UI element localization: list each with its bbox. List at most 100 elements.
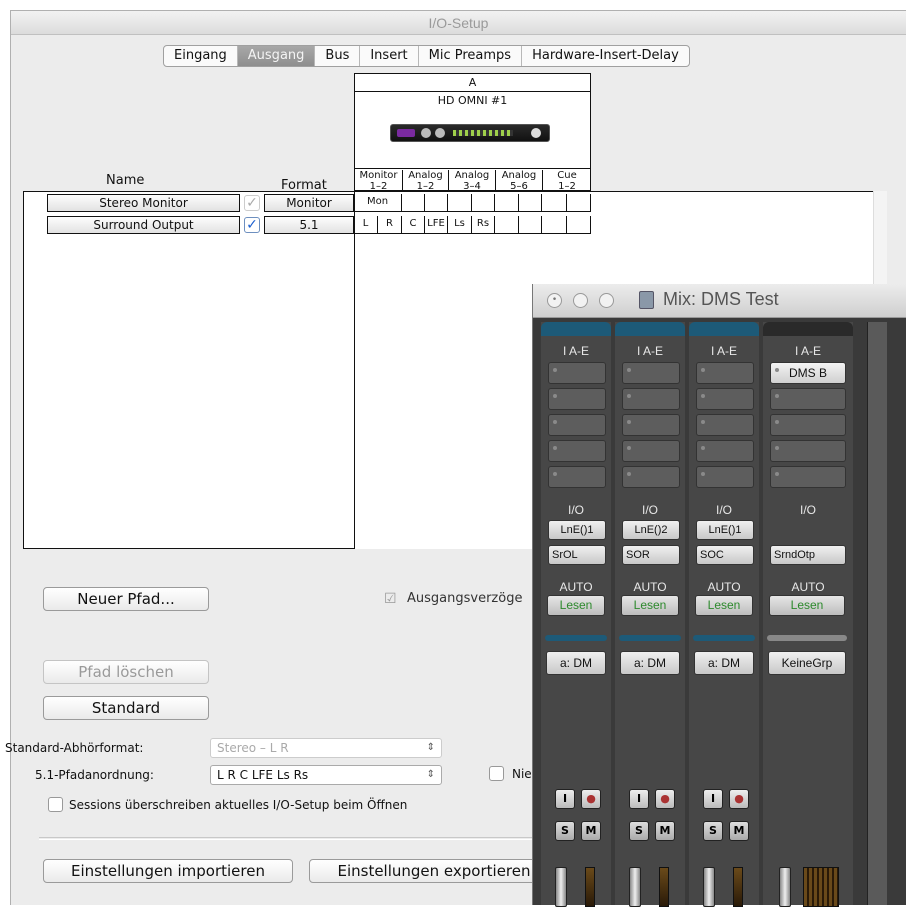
input-selector[interactable]: LnE()1 (548, 520, 606, 540)
default-button[interactable]: Standard (43, 696, 209, 720)
mix-window-title: Mix: DMS Test (663, 289, 779, 309)
zoom-window-icon[interactable] (599, 293, 614, 308)
assign-cell-mon[interactable]: Mon (354, 194, 401, 212)
group-selector[interactable]: KeineGrp (768, 651, 846, 675)
record-button[interactable]: ● (729, 789, 749, 809)
insert-slot[interactable] (770, 466, 846, 488)
tab-ausgang[interactable]: Ausgang (237, 46, 316, 66)
solo-button[interactable]: S (555, 821, 575, 841)
automation-mode-button[interactable]: Lesen (769, 595, 845, 616)
group-color-bar (545, 635, 607, 641)
mute-button[interactable]: M (581, 821, 601, 841)
delete-path-button[interactable]: Pfad löschen (43, 660, 209, 684)
minimize-window-icon[interactable] (573, 293, 588, 308)
insert-slot[interactable] (696, 466, 754, 488)
tab-mic-preamps[interactable]: Mic Preamps (419, 46, 523, 66)
path-format-monitor[interactable]: Monitor (264, 194, 354, 212)
automation-mode-button[interactable]: Lesen (547, 595, 605, 616)
assign-cell-rs[interactable]: Rs (471, 216, 494, 234)
assign-cell[interactable] (518, 216, 541, 234)
assign-cell[interactable] (541, 194, 566, 212)
assign-cell[interactable] (566, 216, 591, 234)
insert-slot[interactable] (696, 440, 754, 462)
mute-button[interactable]: M (655, 821, 675, 841)
automation-mode-button[interactable]: Lesen (695, 595, 753, 616)
insert-slot[interactable] (696, 388, 754, 410)
tab-eingang[interactable]: Eingang (164, 46, 238, 66)
input-monitor-button[interactable]: I (629, 789, 649, 809)
default-monitor-select[interactable]: Stereo – L R ⇕ (210, 738, 442, 758)
output-selector[interactable]: SOR (622, 545, 680, 565)
insert-slot[interactable] (770, 440, 846, 462)
insert-slot[interactable] (770, 414, 846, 436)
input-monitor-button[interactable]: I (703, 789, 723, 809)
tab-insert[interactable]: Insert (360, 46, 419, 66)
assign-cell[interactable] (401, 194, 424, 212)
group-selector[interactable]: a: DM (546, 651, 606, 675)
export-settings-button[interactable]: Einstellungen exportieren (309, 859, 559, 883)
insert-slot[interactable] (548, 466, 606, 488)
insert-slot[interactable] (622, 466, 680, 488)
insert-slot[interactable] (548, 414, 606, 436)
record-button[interactable]: ● (581, 789, 601, 809)
insert-slot[interactable] (696, 414, 754, 436)
volume-fader[interactable] (779, 867, 791, 907)
tab-bus[interactable]: Bus (315, 46, 361, 66)
assign-cell[interactable] (494, 194, 518, 212)
output-selector[interactable]: SrOL (548, 545, 606, 565)
path-name-surround-output[interactable]: Surround Output (47, 216, 240, 234)
assign-cell-r[interactable]: R (377, 216, 401, 234)
group-selector[interactable]: a: DM (694, 651, 754, 675)
solo-button[interactable]: S (703, 821, 723, 841)
insert-slot-dms-b[interactable]: DMS B (770, 362, 846, 384)
insert-slot[interactable] (548, 362, 606, 384)
mix-title-bar[interactable]: • Mix: DMS Test (533, 284, 906, 318)
inserts-header: I A-E (794, 344, 821, 358)
input-monitor-button[interactable]: I (555, 789, 575, 809)
output-selector[interactable]: SrndOtp (770, 545, 846, 565)
assign-cell-lfe[interactable]: LFE (424, 216, 447, 234)
inserts-header: I A-E (562, 344, 589, 358)
mute-button[interactable]: M (729, 821, 749, 841)
record-button[interactable]: ● (655, 789, 675, 809)
insert-slot[interactable] (548, 440, 606, 462)
sessions-override-checkbox[interactable] (48, 797, 63, 812)
output-selector[interactable]: SOC (696, 545, 754, 565)
volume-fader[interactable] (629, 867, 641, 907)
path-name-stereo-monitor[interactable]: Stereo Monitor (47, 194, 240, 212)
insert-slot[interactable] (622, 362, 680, 384)
insert-slot[interactable] (622, 440, 680, 462)
assign-cell[interactable] (447, 194, 471, 212)
assign-cell[interactable] (424, 194, 447, 212)
path-order-select[interactable]: L R C LFE Ls Rs ⇕ (210, 765, 442, 785)
insert-slot[interactable] (622, 388, 680, 410)
assign-cell-c[interactable]: C (401, 216, 424, 234)
import-settings-button[interactable]: Einstellungen importieren (43, 859, 293, 883)
insert-slot[interactable] (770, 388, 846, 410)
output-delay-check-icon[interactable]: ☑ (384, 591, 397, 607)
assign-cell[interactable] (494, 216, 518, 234)
volume-fader[interactable] (555, 867, 567, 907)
assign-cell-ls[interactable]: Ls (447, 216, 471, 234)
insert-slot[interactable] (548, 388, 606, 410)
assign-cell-l[interactable]: L (354, 216, 377, 234)
group-selector[interactable]: a: DM (620, 651, 680, 675)
insert-slot[interactable] (622, 414, 680, 436)
new-path-button[interactable]: Neuer Pfad... (43, 587, 209, 611)
path-format-5-1[interactable]: 5.1 (264, 216, 354, 234)
assign-cell[interactable] (471, 194, 494, 212)
path-active-checkbox[interactable]: ✓ (244, 217, 260, 233)
solo-button[interactable]: S (629, 821, 649, 841)
close-window-icon[interactable]: • (547, 293, 562, 308)
input-selector[interactable]: LnE()1 (696, 520, 754, 540)
assign-cell[interactable] (541, 216, 566, 234)
assign-cell[interactable] (518, 194, 541, 212)
input-selector[interactable]: LnE()2 (622, 520, 680, 540)
volume-fader[interactable] (703, 867, 715, 907)
mix-scrollbar[interactable] (867, 322, 887, 905)
tab-hardware-insert-delay[interactable]: Hardware-Insert-Delay (522, 46, 689, 66)
assign-cell[interactable] (566, 194, 591, 212)
automation-mode-button[interactable]: Lesen (621, 595, 679, 616)
nie-checkbox[interactable] (489, 766, 504, 781)
insert-slot[interactable] (696, 362, 754, 384)
